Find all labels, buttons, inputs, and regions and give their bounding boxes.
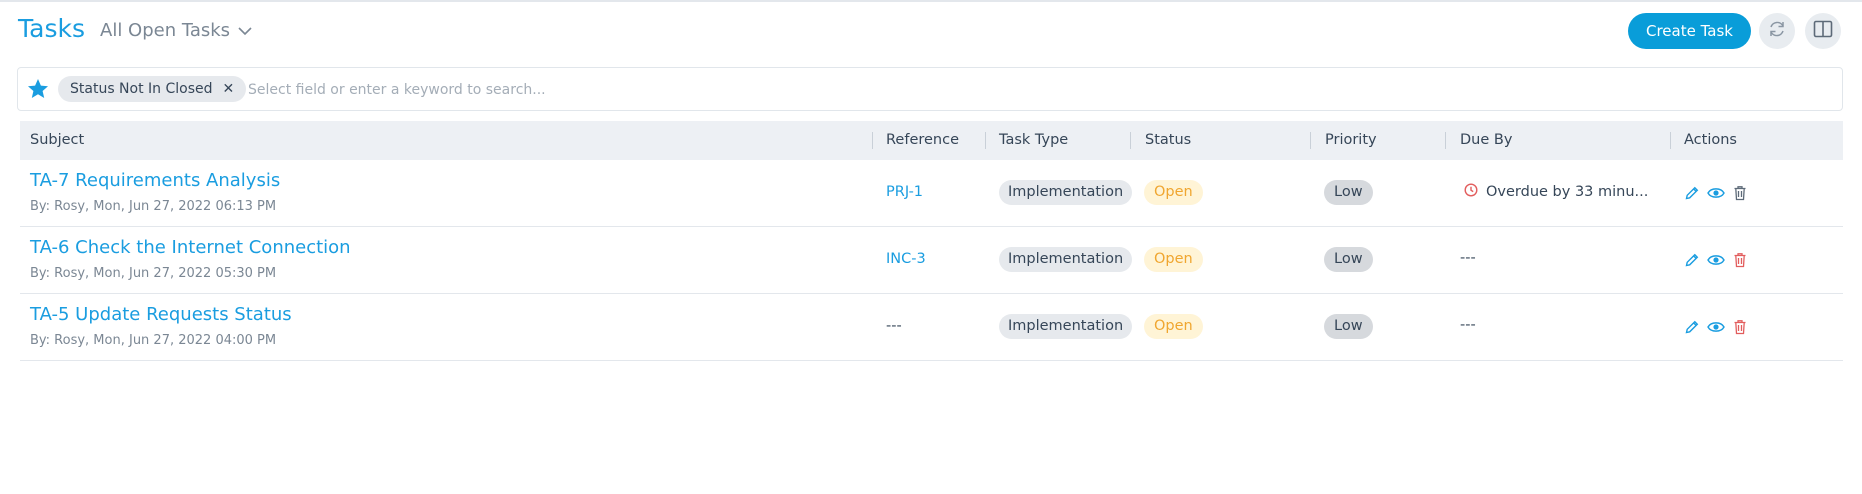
edit-icon[interactable] (1683, 251, 1701, 269)
refresh-icon (1767, 19, 1787, 43)
delete-icon[interactable] (1731, 318, 1749, 336)
table-row: TA-5 Update Requests Status By: Rosy, Mo… (20, 294, 1843, 361)
edit-icon[interactable] (1683, 184, 1701, 202)
status-badge[interactable]: Open (1144, 314, 1203, 339)
column-header-reference[interactable]: Reference (886, 121, 959, 160)
status-badge[interactable]: Open (1144, 247, 1203, 272)
status-badge[interactable]: Open (1144, 180, 1203, 205)
column-header-subject[interactable]: Subject (30, 121, 84, 160)
due-by-text: Overdue by 33 minu... (1486, 184, 1649, 200)
priority-badge[interactable]: Low (1324, 314, 1373, 339)
column-header-actions: Actions (1684, 132, 1737, 148)
reference-text: --- (886, 318, 902, 334)
close-icon[interactable]: ✕ (223, 81, 235, 97)
task-byline: By: Rosy, Mon, Jun 27, 2022 04:00 PM (30, 333, 277, 348)
column-header-task-type[interactable]: Task Type (999, 121, 1068, 160)
refresh-button[interactable] (1759, 13, 1795, 49)
task-subject-link[interactable]: TA-6 Check the Internet Connection (30, 237, 351, 258)
view-icon[interactable] (1707, 318, 1725, 336)
filter-chip-label: Status Not In Closed (70, 81, 213, 97)
due-by-cell: Overdue by 33 minu... (1464, 183, 1648, 201)
task-type-badge: Implementation (999, 247, 1133, 272)
delete-icon[interactable] (1731, 251, 1749, 269)
table-row: TA-7 Requirements Analysis By: Rosy, Mon… (20, 160, 1843, 227)
column-divider (1445, 132, 1446, 149)
column-divider (872, 132, 873, 149)
table-row: TA-6 Check the Internet Connection By: R… (20, 227, 1843, 294)
row-actions (1683, 184, 1749, 202)
view-icon[interactable] (1707, 184, 1725, 202)
reference-link[interactable]: INC-3 (886, 251, 926, 267)
chevron-down-icon (238, 20, 252, 41)
column-header-status[interactable]: Status (1145, 121, 1191, 160)
view-icon[interactable] (1707, 251, 1725, 269)
column-divider (985, 132, 986, 149)
clock-icon (1464, 183, 1478, 201)
delete-icon[interactable] (1731, 184, 1749, 202)
row-actions (1683, 251, 1749, 269)
search-input[interactable] (246, 76, 1450, 104)
view-selector[interactable]: All Open Tasks (100, 20, 252, 41)
task-type-badge: Implementation (999, 180, 1133, 205)
row-actions (1683, 318, 1749, 336)
page-title: Tasks (18, 14, 85, 43)
priority-badge[interactable]: Low (1324, 180, 1373, 205)
priority-badge[interactable]: Low (1324, 247, 1373, 272)
due-by-text: --- (1460, 317, 1476, 333)
table-header: Subject Reference Task Type Status Prior… (20, 121, 1843, 160)
column-divider (1130, 132, 1131, 149)
search-bar: Status Not In Closed ✕ (17, 67, 1843, 111)
column-header-due-by[interactable]: Due By (1460, 121, 1512, 160)
reference-link[interactable]: PRJ-1 (886, 184, 923, 200)
column-divider (1310, 132, 1311, 149)
column-header-priority[interactable]: Priority (1325, 121, 1377, 160)
edit-icon[interactable] (1683, 318, 1701, 336)
top-border (0, 0, 1862, 2)
filter-chip: Status Not In Closed ✕ (58, 76, 247, 102)
task-byline: By: Rosy, Mon, Jun 27, 2022 06:13 PM (30, 199, 277, 214)
create-task-button[interactable]: Create Task (1628, 13, 1751, 49)
split-view-icon (1813, 20, 1833, 42)
view-selector-label: All Open Tasks (100, 20, 231, 41)
task-type-badge: Implementation (999, 314, 1133, 339)
due-by-text: --- (1460, 250, 1476, 266)
star-icon[interactable] (26, 77, 50, 105)
column-divider (1670, 132, 1671, 149)
task-subject-link[interactable]: TA-5 Update Requests Status (30, 304, 292, 325)
task-subject-link[interactable]: TA-7 Requirements Analysis (30, 170, 280, 191)
split-view-button[interactable] (1805, 13, 1841, 49)
task-byline: By: Rosy, Mon, Jun 27, 2022 05:30 PM (30, 266, 277, 281)
